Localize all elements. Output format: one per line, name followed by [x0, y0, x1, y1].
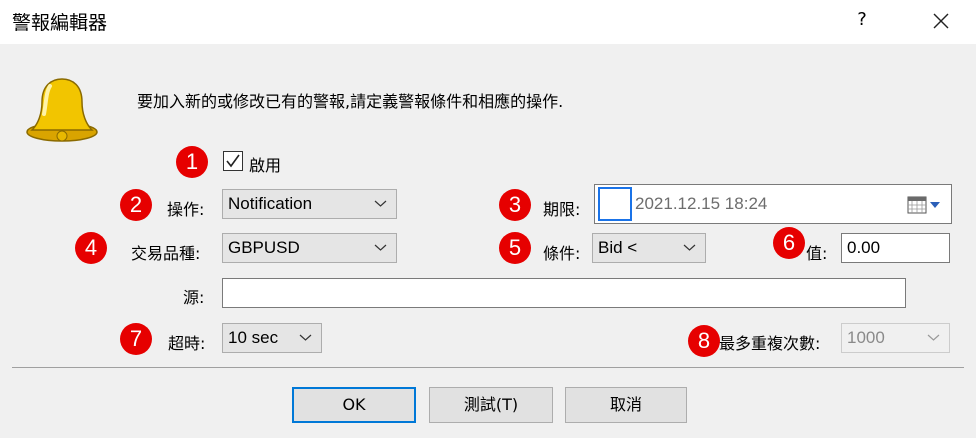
- cancel-button[interactable]: 取消: [565, 387, 687, 423]
- expiry-value: 2021.12.15 18:24: [635, 194, 768, 213]
- badge-7: 7: [120, 323, 152, 355]
- badge-1: 1: [176, 146, 208, 178]
- title-bar: 警報編輯器 ?: [0, 0, 976, 44]
- expiry-checkbox[interactable]: [598, 187, 632, 221]
- action-value: Notification: [228, 194, 313, 213]
- badge-5: 5: [499, 232, 531, 264]
- symbol-value: GBPUSD: [228, 238, 300, 257]
- expiry-datetime-picker[interactable]: 2021.12.15 18:24: [594, 184, 952, 224]
- source-input[interactable]: [222, 278, 906, 308]
- max-iterations-select: 1000: [841, 323, 950, 353]
- ok-button[interactable]: OK: [292, 387, 416, 423]
- badge-4: 4: [75, 232, 107, 264]
- timeout-value: 10 sec: [228, 328, 279, 347]
- timeout-select[interactable]: 10 sec: [222, 323, 322, 353]
- symbol-select[interactable]: GBPUSD: [222, 233, 397, 263]
- expiry-label: 期限:: [543, 200, 581, 219]
- badge-6: 6: [773, 227, 805, 259]
- help-button[interactable]: ?: [852, 6, 872, 34]
- max-iterations-value: 1000: [847, 328, 885, 347]
- checkmark-icon: [226, 154, 240, 168]
- bell-icon: [26, 78, 98, 142]
- action-label: 操作:: [167, 200, 205, 219]
- value-label: 值:: [806, 244, 828, 263]
- chevron-down-icon: [683, 244, 696, 251]
- separator: [12, 367, 964, 368]
- source-label: 源:: [183, 288, 205, 307]
- condition-select[interactable]: Bid <: [592, 233, 706, 263]
- badge-2: 2: [120, 189, 152, 221]
- max-iterations-label: 最多重複次數:: [719, 334, 821, 353]
- close-icon[interactable]: [924, 4, 958, 38]
- action-select[interactable]: Notification: [222, 189, 397, 219]
- enable-checkbox[interactable]: [223, 151, 243, 171]
- condition-label: 條件:: [543, 244, 581, 263]
- enable-label: 啟用: [249, 156, 282, 175]
- value-input[interactable]: 0.00: [841, 233, 950, 263]
- calendar-dropdown-icon[interactable]: [907, 195, 941, 215]
- badge-3: 3: [499, 189, 531, 221]
- value-text: 0.00: [847, 238, 881, 257]
- window-title: 警報編輯器: [12, 12, 108, 34]
- chevron-down-icon: [374, 200, 387, 207]
- condition-value: Bid <: [598, 238, 638, 257]
- timeout-label: 超時:: [168, 334, 206, 353]
- badge-8: 8: [688, 325, 720, 357]
- symbol-label: 交易品種:: [131, 244, 201, 263]
- chevron-down-icon: [299, 334, 312, 341]
- test-button[interactable]: 測試(T): [429, 387, 553, 423]
- chevron-down-icon: [374, 244, 387, 251]
- chevron-down-icon: [927, 334, 940, 341]
- intro-text: 要加入新的或修改已有的警報,請定義警報條件和相應的操作.: [137, 92, 564, 111]
